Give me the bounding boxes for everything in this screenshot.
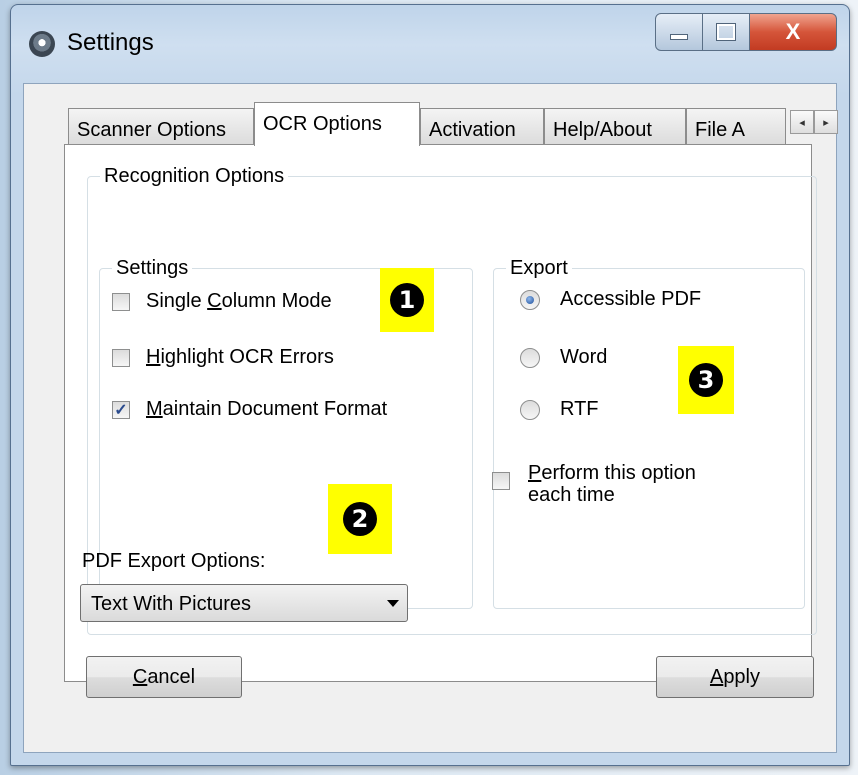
title-bar[interactable]: Settings X xyxy=(11,5,849,83)
export-group-title: Export xyxy=(510,257,568,279)
pdf-export-options-select[interactable]: Text With Pictures xyxy=(80,584,408,622)
maximize-button[interactable] xyxy=(703,13,750,51)
callout-badge-2: 2 xyxy=(328,484,392,554)
app-icon xyxy=(29,31,55,57)
pdf-export-options-value: Text With Pictures xyxy=(91,593,252,615)
dropdown-arrow-icon[interactable] xyxy=(387,600,399,607)
tab-help-about[interactable]: Help/About xyxy=(544,108,686,144)
minimize-icon xyxy=(670,34,688,40)
checkbox-box xyxy=(112,292,130,311)
check-icon: ✓ xyxy=(112,400,130,419)
cancel-button[interactable]: Cancel xyxy=(86,656,242,698)
checkbox-box xyxy=(492,472,510,490)
callout-badge-1: 1 xyxy=(380,268,434,332)
close-icon: X xyxy=(785,19,801,44)
word-label: Word xyxy=(560,346,608,368)
radio-word[interactable]: Word xyxy=(520,346,607,369)
tab-ocr-options[interactable]: OCR Options xyxy=(254,102,420,146)
tab-scroll-right-icon[interactable]: ▸ xyxy=(814,110,838,134)
radio-button-selected xyxy=(520,289,540,310)
radio-accessible-pdf[interactable]: Accessible PDF xyxy=(520,288,701,311)
callout-number-3: 3 xyxy=(689,363,723,397)
settings-group-title: Settings xyxy=(116,257,189,279)
tab-scroll-buttons: ◂ ▸ xyxy=(790,110,838,134)
radio-rtf[interactable]: RTF xyxy=(520,398,599,421)
callout-number-2: 2 xyxy=(343,502,377,536)
highlight-ocr-errors-checkbox[interactable]: Highlight OCR Errors xyxy=(112,346,334,369)
settings-window: Settings X Scanner Options OCR Options A… xyxy=(10,4,850,766)
maintain-document-format-checkbox[interactable]: ✓ Maintain Document Format xyxy=(112,398,387,421)
tab-file-a[interactable]: File A xyxy=(686,108,786,144)
caption-buttons: X xyxy=(655,13,837,51)
minimize-button[interactable] xyxy=(655,13,703,51)
accessible-pdf-label: Accessible PDF xyxy=(560,288,702,310)
perform-each-time-checkbox[interactable]: Perform this option each time xyxy=(492,462,712,506)
highlight-ocr-errors-label: Highlight OCR Errors xyxy=(146,346,334,368)
close-button[interactable]: X xyxy=(750,13,837,51)
tab-scroll-left-icon[interactable]: ◂ xyxy=(790,110,814,134)
apply-button[interactable]: Apply xyxy=(656,656,814,698)
apply-button-label: Apply xyxy=(709,665,761,688)
callout-number-1: 1 xyxy=(390,283,424,317)
maintain-document-format-label: Maintain Document Format xyxy=(146,398,388,420)
pdf-export-options-label: PDF Export Options: xyxy=(82,550,266,572)
callout-badge-3: 3 xyxy=(678,346,734,414)
cancel-button-label: Cancel xyxy=(132,665,196,688)
tab-scanner-options[interactable]: Scanner Options xyxy=(68,108,254,144)
checkbox-box xyxy=(112,348,130,367)
radio-button xyxy=(520,399,540,420)
radio-button xyxy=(520,347,540,368)
dialog-client-area: Scanner Options OCR Options Activation H… xyxy=(23,83,838,753)
maximize-icon xyxy=(716,23,736,41)
single-column-mode-checkbox[interactable]: Single Column Mode xyxy=(112,290,332,313)
perform-each-time-label: Perform this option each time xyxy=(528,462,696,506)
single-column-mode-label: Single Column Mode xyxy=(146,290,332,312)
window-title: Settings xyxy=(67,29,154,56)
tab-strip: Scanner Options OCR Options Activation H… xyxy=(68,102,838,146)
rtf-label: RTF xyxy=(560,398,599,420)
recognition-options-title: Recognition Options xyxy=(104,165,285,187)
tab-activation[interactable]: Activation xyxy=(420,108,544,144)
